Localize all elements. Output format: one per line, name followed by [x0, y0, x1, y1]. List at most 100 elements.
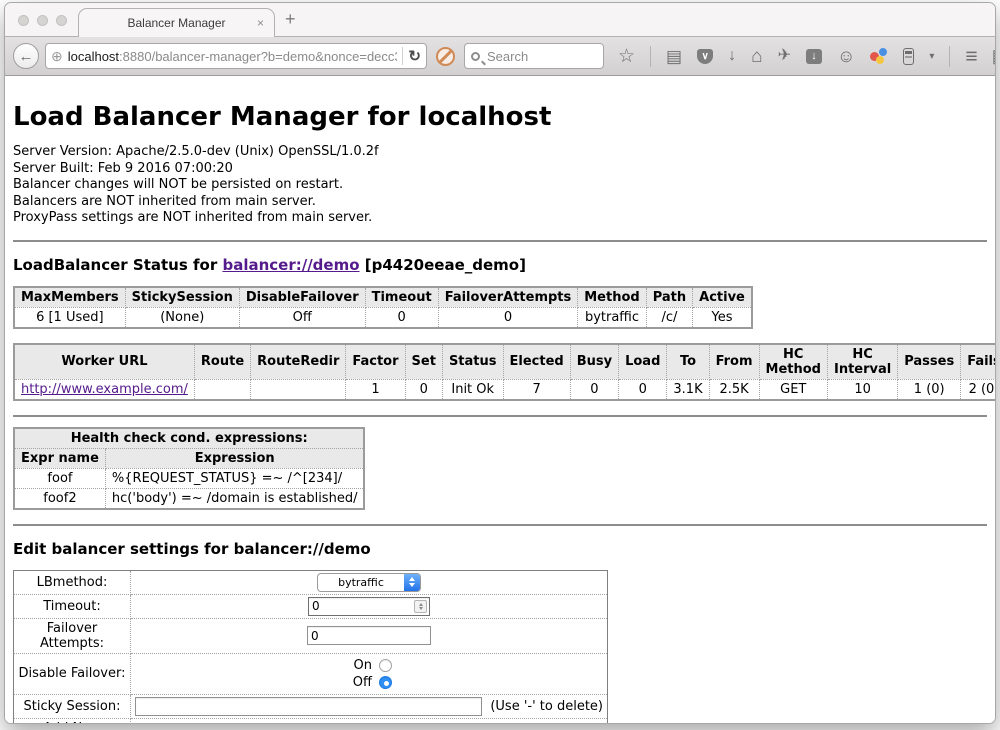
col-stickysession: StickySession	[125, 287, 239, 308]
balancer-settings-form: LBmethod: bytraffic Timeout:	[13, 570, 608, 725]
navigation-toolbar: ← ⊕ localhost:8880/balancer-manager?b=de…	[5, 37, 995, 76]
col-expr-name: Expr name	[14, 448, 105, 468]
disable-failover-off-radio[interactable]	[379, 676, 392, 689]
balancer-data-row: 6 [1 Used] (None) Off 0 0 bytraffic /c/ …	[14, 307, 752, 328]
cell-path: /c/	[646, 307, 692, 328]
save-page-icon[interactable]: ↓	[806, 49, 822, 64]
sticky-session-row: Sticky Session: (Use '-' to delete)	[14, 694, 608, 718]
reload-icon[interactable]: ↻	[408, 47, 421, 65]
col-status: Status	[442, 344, 503, 380]
search-input[interactable]	[485, 48, 597, 65]
proxypass-note: ProxyPass settings are NOT inherited fro…	[13, 210, 987, 227]
disable-failover-on-radio[interactable]	[379, 659, 392, 672]
back-icon: ←	[19, 48, 34, 65]
tiles-icon[interactable]: ▦	[992, 47, 996, 65]
window-close-button[interactable]	[18, 15, 29, 26]
timeout-input[interactable]	[308, 597, 430, 616]
new-tab-button[interactable]: +	[285, 9, 296, 30]
back-button[interactable]: ←	[13, 43, 39, 69]
window-minimize-button[interactable]	[37, 15, 48, 26]
col-timeout: Timeout	[365, 287, 438, 308]
menu-icon[interactable]: ≡	[965, 46, 976, 67]
bookmark-star-icon[interactable]: ☆	[618, 47, 635, 66]
sticky-session-input[interactable]	[135, 697, 482, 716]
urlbar-divider	[402, 47, 403, 65]
col-passes: Passes	[898, 344, 961, 380]
radio-on-label: On	[346, 657, 372, 674]
content-block-icon[interactable]	[436, 47, 455, 66]
status-heading-suffix: [p4420eeae_demo]	[360, 256, 526, 274]
worker-header-row: Worker URL Route RouteRedir Factor Set S…	[14, 344, 996, 380]
edit-settings-heading: Edit balancer settings for balancer://de…	[13, 540, 987, 558]
add-worker-row: Add New Worker: Are you sure?	[14, 718, 608, 724]
bookmarks-menu-icon[interactable]: ▤	[666, 48, 682, 65]
col-set: Set	[405, 344, 442, 380]
col-hc-interval: HC Interval	[827, 344, 897, 380]
tab-title: Balancer Manager	[127, 16, 225, 30]
lbmethod-select[interactable]: bytraffic	[317, 573, 421, 592]
cell-passes: 1 (0)	[898, 379, 961, 400]
failover-attempts-label: Failover Attempts:	[14, 618, 131, 653]
health-row-foof: foof %{REQUEST_STATUS} =~ /^[234]/	[14, 468, 364, 488]
col-load: Load	[619, 344, 667, 380]
failover-attempts-row: Failover Attempts:	[14, 618, 608, 653]
chat-smiley-icon[interactable]: ☺	[837, 47, 855, 65]
col-elected: Elected	[503, 344, 570, 380]
number-spinner-icon[interactable]	[414, 600, 427, 613]
col-method: Method	[578, 287, 646, 308]
cell-expression-2: hc('body') =~ /domain is established/	[105, 488, 364, 509]
cell-active: Yes	[693, 307, 752, 328]
lbmethod-selected-value: bytraffic	[318, 574, 404, 591]
tab-close-icon[interactable]: ×	[257, 16, 264, 30]
status-heading-prefix: LoadBalancer Status for	[13, 256, 222, 274]
add-worker-label: Add New Worker:	[14, 718, 131, 724]
cell-disablefailover: Off	[239, 307, 365, 328]
status-heading: LoadBalancer Status for balancer://demo …	[13, 256, 987, 274]
tab-bar: Balancer Manager × +	[5, 3, 995, 37]
cell-hc-interval: 10	[827, 379, 897, 400]
inherit-note: Balancers are NOT inherited from main se…	[13, 194, 987, 211]
cell-maxmembers: 6 [1 Used]	[14, 307, 125, 328]
home-icon[interactable]: ⌂	[751, 47, 762, 66]
worker-data-row: http://www.example.com/ 1 0 Init Ok 7 0 …	[14, 379, 996, 400]
timeout-label: Timeout:	[14, 594, 131, 618]
browser-window: Balancer Manager × + ← ⊕ localhost:8880/…	[4, 2, 996, 724]
cell-set: 0	[405, 379, 442, 400]
cell-hc-method: GET	[759, 379, 827, 400]
toolbar-icons: ☆ ▤ ∨ ↓ ⌂ ✈ ↓ ☺ ▾ ≡ ▦	[618, 46, 996, 67]
balancer-link[interactable]: balancer://demo	[222, 256, 359, 274]
pocket-icon[interactable]: ∨	[697, 49, 713, 64]
col-from: From	[709, 344, 759, 380]
worker-table: Worker URL Route RouteRedir Factor Set S…	[13, 343, 996, 401]
url-path: :8880/balancer-manager?b=demo&nonce=decc…	[119, 49, 397, 64]
balancer-status-table: MaxMembers StickySession DisableFailover…	[13, 286, 753, 329]
browser-tab[interactable]: Balancer Manager ×	[78, 8, 275, 37]
persist-note: Balancer changes will NOT be persisted o…	[13, 177, 987, 194]
window-zoom-button[interactable]	[56, 15, 67, 26]
cell-factor: 1	[346, 379, 405, 400]
worker-url-link[interactable]: http://www.example.com/	[21, 382, 188, 397]
search-box[interactable]	[464, 43, 604, 69]
failover-attempts-input[interactable]	[307, 626, 431, 645]
downloads-icon[interactable]: ↓	[728, 48, 736, 64]
col-routeredir: RouteRedir	[251, 344, 346, 380]
overflow-caret-icon[interactable]: ▾	[929, 51, 934, 62]
battery-icon[interactable]	[903, 48, 914, 65]
cell-timeout: 0	[365, 307, 438, 328]
cell-route	[194, 379, 250, 400]
page-content: Load Balancer Manager for localhost Serv…	[5, 76, 995, 724]
send-icon[interactable]: ✈	[778, 48, 791, 64]
col-active: Active	[693, 287, 752, 308]
radio-off-label: Off	[346, 674, 372, 691]
col-maxmembers: MaxMembers	[14, 287, 125, 308]
cell-stickysession: (None)	[125, 307, 239, 328]
page-title: Load Balancer Manager for localhost	[13, 102, 987, 132]
cell-expr-name-1: foof	[14, 468, 105, 488]
search-icon	[471, 52, 480, 61]
server-version: Server Version: Apache/2.5.0-dev (Unix) …	[13, 144, 987, 161]
colored-dots-icon[interactable]	[870, 48, 888, 64]
url-bar[interactable]: ⊕ localhost:8880/balancer-manager?b=demo…	[45, 43, 427, 69]
cell-from: 2.5K	[709, 379, 759, 400]
col-failoverattempts: FailoverAttempts	[438, 287, 578, 308]
cell-load: 0	[619, 379, 667, 400]
